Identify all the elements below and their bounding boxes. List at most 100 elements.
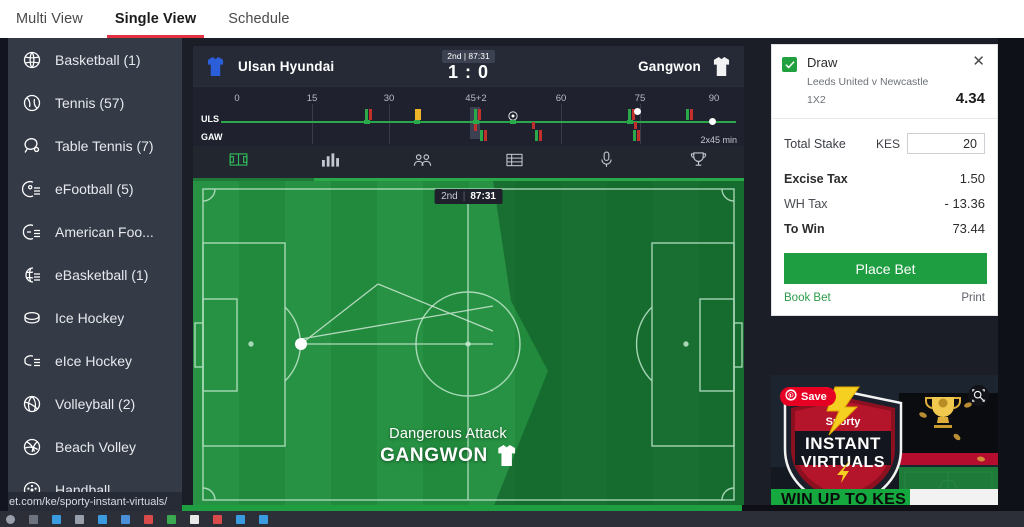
sidebar-item-label: Ice Hockey <box>55 309 125 326</box>
home-team-name: Ulsan Hyundai <box>238 58 335 74</box>
volleyball-icon <box>22 394 42 414</box>
attack-team-row: GANGWON <box>380 444 516 467</box>
away-team: Gangwon <box>638 56 730 77</box>
lineups-icon <box>413 153 432 172</box>
timeline-current-ball <box>709 118 716 125</box>
selection-market: 1X2 <box>807 94 826 106</box>
timeline-event-away <box>539 130 542 141</box>
sidebar-item-beach-volley[interactable]: Beach Volley <box>8 425 182 468</box>
taskbar-user-icon[interactable] <box>6 514 15 524</box>
taskbar-sheets-icon[interactable] <box>167 514 176 524</box>
view-tab-bar: Multi View Single View Schedule <box>0 0 1024 38</box>
attack-team-jersey-icon <box>497 444 516 467</box>
table-tab[interactable] <box>468 145 560 180</box>
pitch-tab[interactable] <box>193 145 285 180</box>
remove-selection-icon[interactable]: ✕ <box>972 54 985 69</box>
timeline-tick: 75 <box>634 93 646 104</box>
timeline-event-home <box>686 109 689 120</box>
total-stake-row: Total Stake KES <box>772 119 997 166</box>
timeline-gridline <box>561 104 562 144</box>
sidebar-item-ebasketball[interactable]: eBasketball (1) <box>8 253 182 296</box>
away-team-name: Gangwon <box>638 58 701 74</box>
lineups-tab[interactable] <box>377 145 469 180</box>
microphone-icon <box>600 151 613 173</box>
taskbar-docs-icon[interactable] <box>190 514 199 524</box>
beach-volley-icon <box>22 437 42 457</box>
timeline-event-marker <box>414 120 420 124</box>
timeline-event-home <box>628 109 631 120</box>
pinterest-save-label: Save <box>801 390 827 403</box>
live-pitch-view[interactable]: 2nd | 87:31 Dangerous Attack GANGWON <box>193 181 744 508</box>
tab-single-view[interactable]: Single View <box>99 0 212 38</box>
bar-chart-icon <box>322 152 340 172</box>
trophy-tab[interactable] <box>652 145 744 180</box>
taskbar-store-icon[interactable] <box>259 514 268 524</box>
place-bet-button[interactable]: Place Bet <box>784 253 987 284</box>
view-tabs: Multi View Single View Schedule <box>0 0 306 38</box>
to-win-label: To Win <box>784 222 825 236</box>
sidebar-item-label: eFootball (5) <box>55 180 134 197</box>
commentary-tab[interactable] <box>560 145 652 180</box>
sidebar-item-eice-hockey[interactable]: eIce Hockey <box>8 339 182 382</box>
book-bet-link[interactable]: Book Bet <box>784 292 831 304</box>
timeline-event-away <box>637 130 640 141</box>
stake-input[interactable] <box>907 133 985 154</box>
ice-hockey-icon <box>22 308 42 328</box>
sports-sidebar: Basketball (1) Tennis (57) Table Tennis … <box>8 38 182 511</box>
attack-status-overlay: Dangerous Attack GANGWON <box>380 426 516 467</box>
promo-banner[interactable]: Sporty INSTANT VIRTUALS WIN UP TO KES Sa… <box>771 375 998 525</box>
sidebar-item-american-football[interactable]: American Foo... <box>8 210 182 253</box>
bet-slip: Draw ✕ Leeds United v Newcastle 1X2 4.34… <box>771 44 998 316</box>
taskbar-app-icon[interactable] <box>29 514 38 524</box>
taskbar-media-icon[interactable] <box>144 514 153 524</box>
sidebar-item-tennis[interactable]: Tennis (57) <box>8 81 182 124</box>
status-url: et.com/ke/sporty-instant-virtuals/ <box>8 492 182 511</box>
timeline-event-away <box>484 130 487 141</box>
match-duration-note: 2x45 min <box>700 135 737 145</box>
promo-search-button[interactable] <box>968 385 989 406</box>
timeline-event-away <box>535 130 538 141</box>
efootball-icon <box>21 179 42 199</box>
taskbar-browser-icon[interactable] <box>52 514 61 524</box>
taskbar-files-icon[interactable] <box>75 514 84 524</box>
total-stake-label: Total Stake <box>784 136 846 151</box>
to-win-row: To Win 73.44 <box>772 216 997 241</box>
selection-name: Draw <box>807 55 838 70</box>
basketball-icon <box>22 50 42 70</box>
sidebar-item-ice-hockey[interactable]: Ice Hockey <box>8 296 182 339</box>
table-icon <box>506 153 523 172</box>
timeline-event-away <box>633 130 636 141</box>
tab-schedule[interactable]: Schedule <box>212 0 305 38</box>
pitch-chip-separator: | <box>462 191 466 202</box>
timeline-event-home <box>690 109 693 120</box>
timeline-event-away <box>634 122 637 129</box>
sidebar-item-efootball[interactable]: eFootball (5) <box>8 167 182 210</box>
taskbar-record-icon[interactable] <box>213 514 222 524</box>
timeline-event-away <box>474 124 477 131</box>
os-taskbar <box>0 511 1024 527</box>
taskbar-chat-icon[interactable] <box>236 514 245 524</box>
sidebar-item-volleyball[interactable]: Volleyball (2) <box>8 382 182 425</box>
pitch-period: 2nd <box>441 191 458 202</box>
home-jersey-icon <box>207 56 224 77</box>
right-column: Draw ✕ Leeds United v Newcastle 1X2 4.34… <box>771 44 998 525</box>
tab-multi-view-label: Multi View <box>16 11 83 27</box>
pitch-clock-chip: 2nd | 87:31 <box>434 189 503 204</box>
pinterest-save-button[interactable]: Save <box>780 387 836 406</box>
to-win-value: 73.44 <box>952 221 985 236</box>
american-football-icon <box>22 222 42 242</box>
app-root: Multi View Single View Schedule Basketba… <box>0 0 1024 527</box>
taskbar-mail-icon[interactable] <box>121 514 130 524</box>
selection-checkbox[interactable] <box>782 57 797 72</box>
selection-odds: 4.34 <box>955 90 985 107</box>
sidebar-item-table-tennis[interactable]: Table Tennis (7) <box>8 124 182 167</box>
selection-event: Leeds United v Newcastle <box>807 76 929 88</box>
sidebar-item-basketball[interactable]: Basketball (1) <box>8 38 182 81</box>
print-link[interactable]: Print <box>961 292 985 304</box>
tab-multi-view[interactable]: Multi View <box>0 0 99 38</box>
pinterest-icon <box>785 389 797 404</box>
statistics-tab[interactable] <box>285 145 377 180</box>
excise-tax-label: Excise Tax <box>784 172 848 186</box>
taskbar-editor-icon[interactable] <box>98 514 107 524</box>
status-url-text: et.com/ke/sporty-instant-virtuals/ <box>9 495 168 508</box>
